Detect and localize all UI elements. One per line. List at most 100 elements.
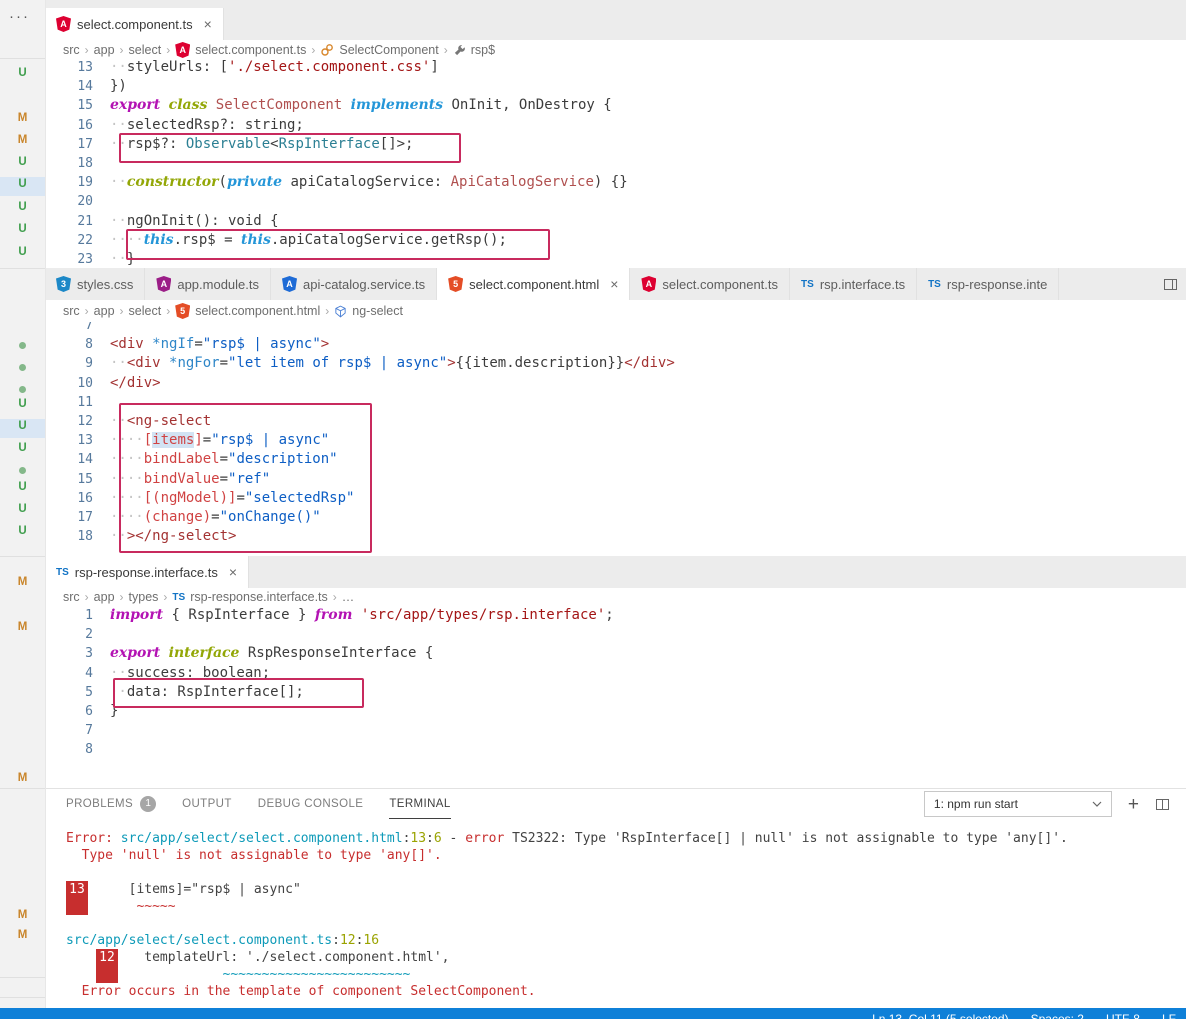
breadcrumb-item-ng-select[interactable]: ng-select xyxy=(334,304,403,318)
panel-tab-output[interactable]: OUTPUT xyxy=(182,789,232,819)
panel-tabs: PROBLEMS 1 OUTPUT DEBUG CONSOLE TERMINAL xyxy=(66,789,451,819)
close-icon[interactable]: × xyxy=(610,277,618,291)
close-icon[interactable]: × xyxy=(229,565,237,579)
strip-divider xyxy=(0,788,45,789)
breadcrumb-separator: › xyxy=(166,304,171,318)
angular-red-icon: A xyxy=(641,276,657,292)
status-item-lf[interactable]: LF xyxy=(1162,1012,1176,1019)
split-editor-icon xyxy=(1164,278,1177,290)
breadcrumb-item-src[interactable]: src xyxy=(63,304,80,318)
html-icon: 5 xyxy=(448,276,464,292)
breadcrumb-label: src xyxy=(63,590,80,604)
breadcrumb-item-select[interactable]: select xyxy=(129,304,162,318)
terminal-output[interactable]: 13 12 Error: src/app/select/select.compone… xyxy=(45,830,1186,1008)
annotation-box xyxy=(113,678,364,708)
angular-purple-icon: A xyxy=(156,276,172,292)
status-bar: Ln 13, Col 11 (5 selected) Spaces: 2 UTF-8… xyxy=(0,1008,1186,1019)
tab-app-module-ts[interactable]: Aapp.module.ts xyxy=(145,268,272,300)
terminal-picker[interactable]: 1: npm run start xyxy=(923,791,1112,817)
css-icon: 3 xyxy=(56,276,71,292)
annotation-box xyxy=(126,229,550,260)
split-editor-button[interactable] xyxy=(1155,268,1186,300)
code-line: export interface RspResponseInterface { xyxy=(110,645,434,662)
tab-bar-group-3: TS rsp-response.interface.ts × xyxy=(45,556,1186,588)
breadcrumb-separator: › xyxy=(84,590,89,604)
line-number: 20 xyxy=(77,194,93,210)
line-number: 10 xyxy=(77,375,93,391)
breadcrumb-item-rsp-response-interface-ts[interactable]: TS rsp-response.interface.ts xyxy=(172,590,327,604)
breadcrumb-label: app xyxy=(93,43,115,57)
line-number: 4 xyxy=(85,665,93,681)
close-icon[interactable]: × xyxy=(204,17,212,31)
breadcrumb-item-rsp$[interactable]: rsp$ xyxy=(453,43,495,57)
tab-rsp-response-inte[interactable]: TS rsp-response.inte xyxy=(917,268,1060,300)
status-item-spaces-2[interactable]: Spaces: 2 xyxy=(1031,1012,1084,1019)
tab-rsp-response-interface-ts[interactable]: TS rsp-response.interface.ts × xyxy=(45,556,250,588)
tab-styles-css[interactable]: 3 styles.css xyxy=(45,268,146,300)
code-line: export class SelectComponent implements … xyxy=(110,97,612,114)
panel-tab-debug-console[interactable]: DEBUG CONSOLE xyxy=(258,789,364,819)
panel-tab-label: TERMINAL xyxy=(389,797,451,810)
git-badge-modified: M xyxy=(17,909,28,921)
line-number: 8 xyxy=(85,742,93,758)
breadcrumb-item-selectcomponent[interactable]: SelectComponent xyxy=(320,43,439,57)
breadcrumb-item-app[interactable]: app xyxy=(94,43,115,57)
strip-divider xyxy=(0,997,45,998)
ng-select-symbol-icon xyxy=(335,305,346,317)
line-number: 17 xyxy=(77,136,93,152)
strip-divider xyxy=(0,977,45,978)
breadcrumb-item-[interactable]: … xyxy=(342,590,355,604)
code-line: ··styleUrls: ['./select.component.css'] xyxy=(110,60,439,75)
status-item-utf-8[interactable]: UTF-8 xyxy=(1106,1012,1140,1019)
breadcrumb-item-select-component-html[interactable]: 5 select.component.html xyxy=(175,303,320,319)
breadcrumb-item-src[interactable]: src xyxy=(63,590,80,604)
tab-select-component-ts[interactable]: Aselect.component.ts xyxy=(630,268,791,300)
annotation-box xyxy=(119,403,372,553)
git-badge-untracked: U xyxy=(18,481,27,493)
terminal-line: ~~~~~~~~~~~~~~~~~~~~~~~~ xyxy=(66,967,411,982)
more-actions-icon[interactable]: ··· xyxy=(9,8,30,25)
panel-tab-label: PROBLEMS xyxy=(66,797,134,810)
panel-actions: 1: npm run start + xyxy=(923,791,1186,817)
tab-bar-group-1: Aselect.component.ts × xyxy=(45,0,1186,40)
breadcrumb-separator: › xyxy=(84,304,89,318)
breadcrumb-item-src[interactable]: src xyxy=(63,43,80,57)
line-number: 22 xyxy=(77,232,93,248)
line-number: 18 xyxy=(77,156,93,171)
explorer-strip: ··· UMMUUUUUUUUUUUMMMMM xyxy=(0,0,46,1008)
git-badge-untracked: U xyxy=(18,201,27,213)
breadcrumb-item-select-component-ts[interactable]: Aselect.component.ts xyxy=(175,42,306,58)
tab-label: select.component.html xyxy=(469,276,600,292)
breadcrumb-label: select.component.html xyxy=(195,304,321,318)
breadcrumb-label: src xyxy=(63,304,80,318)
git-badge-modified: M xyxy=(17,576,28,588)
breadcrumb-separator: › xyxy=(443,43,448,57)
line-number: 23 xyxy=(77,252,93,267)
problems-badge: 1 xyxy=(140,795,157,812)
tab-select-component-html[interactable]: 5 select.component.html × xyxy=(437,268,631,300)
angular-blue-icon: A xyxy=(282,276,298,292)
terminal-line: ~~~~~ xyxy=(66,899,176,914)
line-number: 15 xyxy=(77,471,93,487)
breadcrumb-group-1: src › app › select › Aselect.component.ts › Sele… xyxy=(45,40,1186,60)
line-number: 12 xyxy=(77,414,93,429)
line-number: 16 xyxy=(77,117,93,133)
panel-tab-problems[interactable]: PROBLEMS 1 xyxy=(66,789,157,819)
line-number: 1 xyxy=(85,608,93,623)
breadcrumb-item-app[interactable]: app xyxy=(94,590,115,604)
html-icon: 5 xyxy=(175,303,191,319)
breadcrumb-label: rsp-response.interface.ts xyxy=(190,590,328,604)
tab-select-component-ts[interactable]: Aselect.component.ts × xyxy=(45,8,224,40)
split-terminal-icon[interactable] xyxy=(1155,797,1170,812)
new-terminal-button[interactable]: + xyxy=(1128,795,1139,814)
breadcrumb-item-types[interactable]: types xyxy=(129,590,159,604)
panel-tab-terminal[interactable]: TERMINAL xyxy=(389,789,451,819)
line-number: 17 xyxy=(77,510,93,525)
tab-api-catalog-service-ts[interactable]: Aapi-catalog.service.ts xyxy=(271,268,438,300)
status-item-ln-13-col-11-5-selected[interactable]: Ln 13, Col 11 (5 selected) xyxy=(872,1012,1009,1019)
breadcrumb-item-select[interactable]: select xyxy=(129,43,162,57)
tab-rsp-interface-ts[interactable]: TS rsp.interface.ts xyxy=(790,268,918,300)
code-line: <div *ngIf="rsp$ | async"> xyxy=(110,336,330,353)
breadcrumb-separator: › xyxy=(332,590,337,604)
breadcrumb-item-app[interactable]: app xyxy=(94,304,115,318)
